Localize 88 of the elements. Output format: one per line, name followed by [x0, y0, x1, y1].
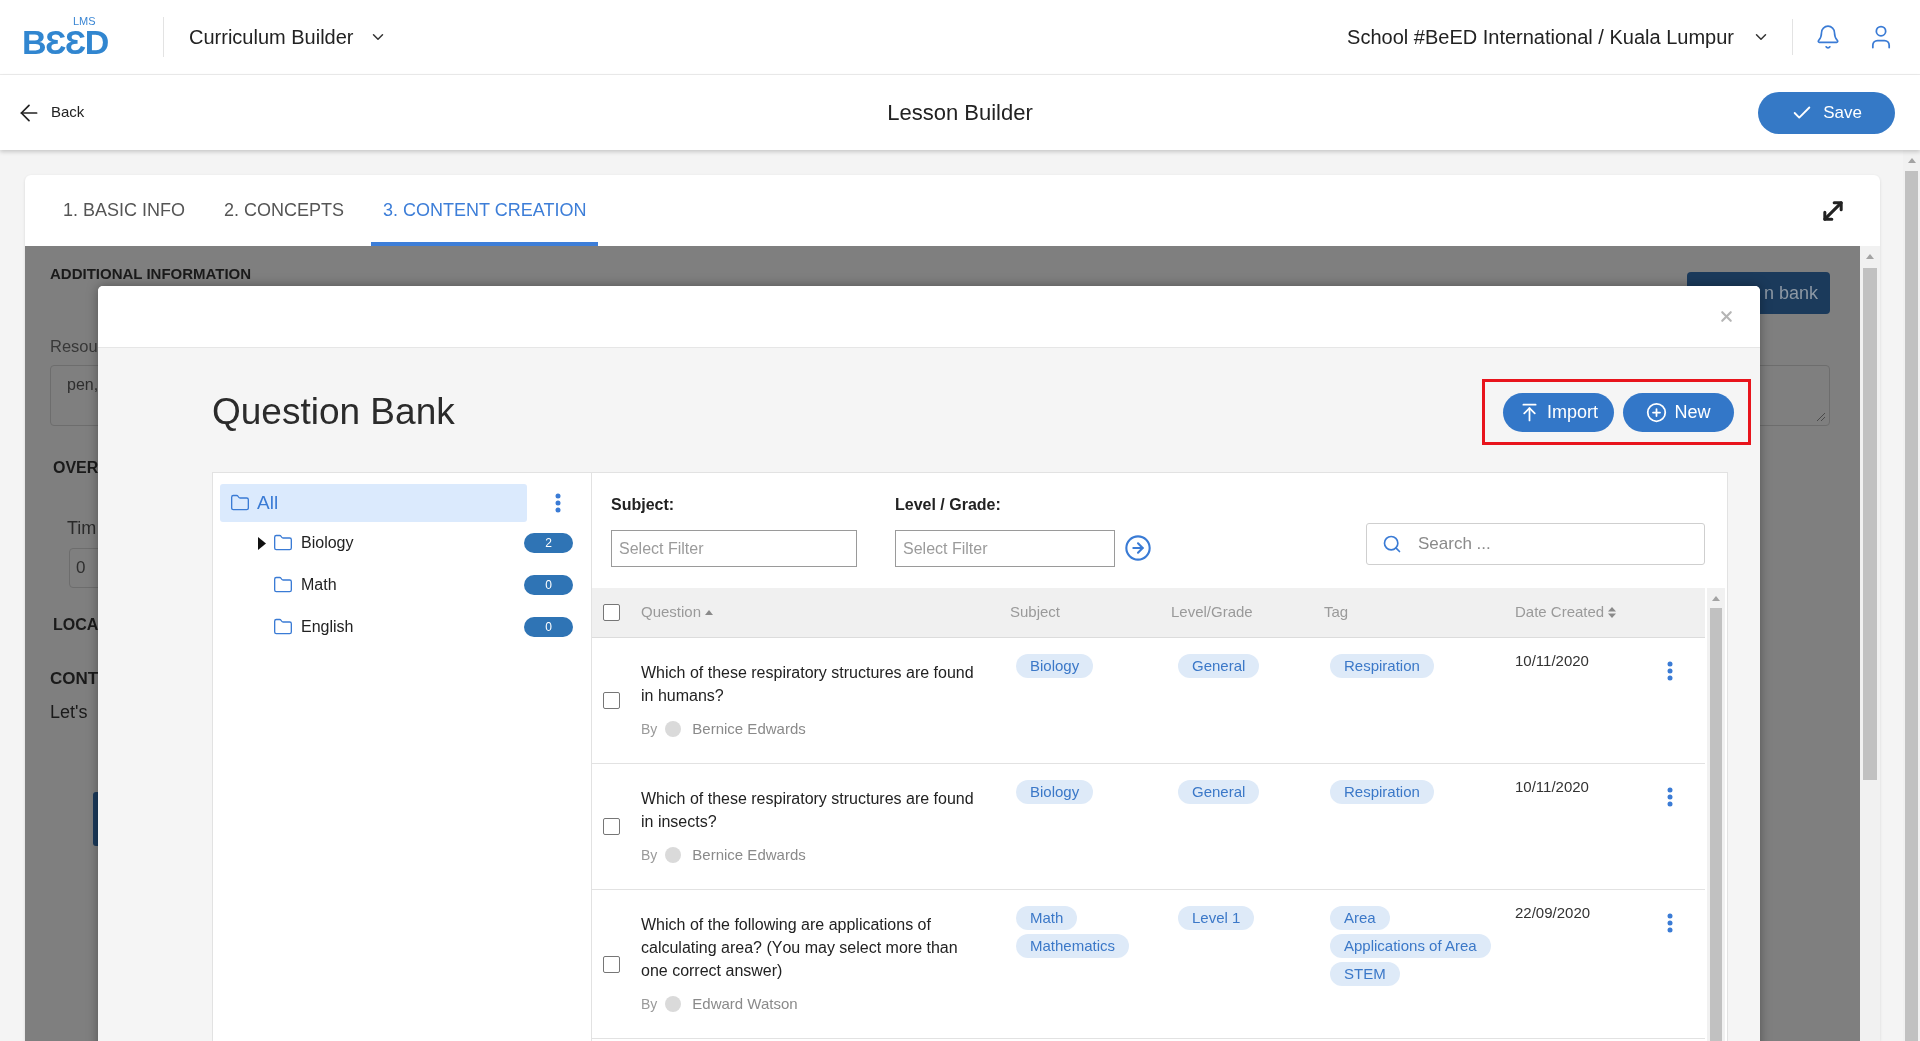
count-badge: 0 [524, 575, 573, 595]
level-tag: General [1178, 780, 1260, 804]
scroll-up-icon[interactable] [1907, 157, 1916, 163]
modal-title: Question Bank [212, 390, 455, 434]
section-title: CONT [50, 670, 99, 688]
page-title: Lesson Builder [887, 99, 1033, 127]
date-text: 22/09/2020 [1515, 904, 1591, 921]
folder-item[interactable]: Math [273, 573, 343, 597]
scrollbar-thumb[interactable] [1905, 171, 1918, 1041]
column-header: Subject [1010, 602, 1061, 623]
search-field[interactable]: Search ... [1366, 523, 1705, 565]
more-options-icon[interactable] [1667, 913, 1673, 933]
folder-icon [273, 533, 293, 553]
avatar-icon [665, 721, 682, 737]
body-text: Let's [50, 703, 88, 721]
module-dropdown[interactable]: Curriculum Builder [189, 22, 387, 52]
topic-tag: STEM [1330, 962, 1400, 986]
sort-ascending-icon[interactable] [705, 610, 714, 615]
by-label: By [641, 994, 658, 1014]
filter-label: Level / Grade: [895, 496, 1002, 514]
question-text: Which of these respiratory structures are found in humans? [641, 663, 975, 706]
scroll-up-icon[interactable] [1712, 595, 1720, 601]
count-badge: 0 [524, 617, 573, 637]
column-header: Tag [1324, 602, 1349, 623]
topic-tag: Area [1330, 906, 1390, 930]
topic-tag: Respiration [1330, 780, 1434, 804]
logo-wordmark: BƐƐD [22, 27, 109, 58]
section-title: ADDITIONAL INFORMATION [50, 265, 252, 283]
topic-tag: Applications of Area [1330, 934, 1491, 958]
checkbox[interactable] [603, 692, 620, 709]
date-text: 10/11/2020 [1515, 652, 1589, 669]
subject-tag: Biology [1016, 654, 1094, 678]
search-icon [1382, 534, 1402, 554]
tab[interactable]: 1. BASIC INFO [51, 175, 198, 246]
author-name: Bernice Edwards [692, 718, 806, 739]
back-link[interactable]: Back [16, 99, 85, 126]
question-text: Which of these respiratory structures are found in insects? [641, 789, 975, 832]
scrollbar-thumb[interactable] [1710, 608, 1722, 1041]
expand-caret-icon[interactable] [258, 536, 266, 550]
checkbox[interactable] [603, 818, 620, 835]
date-text: 10/11/2020 [1515, 778, 1589, 795]
subject-tag: Math [1016, 906, 1078, 930]
school-dropdown[interactable]: School #BeED International / Kuala Lumpur [1347, 22, 1770, 52]
avatar-icon [665, 847, 682, 863]
section-title: OVER [53, 459, 99, 477]
field-label: Tim [67, 519, 97, 537]
checkbox[interactable] [603, 955, 620, 973]
section-title: LOCA [53, 616, 99, 634]
scrollbar-thumb[interactable] [1863, 268, 1877, 780]
question-text: Which of the following are applications of calculating area? (You may select more than one correct answer) [641, 915, 959, 981]
level-tag: Level 1 [1178, 906, 1255, 930]
more-options-icon[interactable] [1667, 787, 1673, 807]
folder-item[interactable]: Biology [273, 531, 360, 555]
bell-icon[interactable] [1815, 24, 1841, 50]
new-button[interactable]: New [1623, 392, 1734, 432]
import-button[interactable]: Import [1503, 392, 1614, 432]
folder-icon [273, 617, 293, 637]
scrollbar[interactable] [1860, 246, 1880, 1041]
filter-label: Subject: [611, 496, 676, 514]
author-name: Bernice Edwards [692, 844, 806, 865]
folder-item[interactable]: All [220, 484, 527, 522]
topic-tag: Respiration [1330, 654, 1434, 678]
count-badge: 2 [524, 533, 573, 553]
column-header: Level/Grade [1171, 602, 1253, 623]
checkbox[interactable] [603, 604, 620, 621]
avatar-icon [665, 996, 682, 1012]
scrollbar[interactable] [1707, 588, 1725, 1041]
folder-item[interactable]: English [273, 615, 360, 639]
save-button[interactable]: Save [1758, 91, 1895, 134]
tab[interactable]: 2. CONCEPTS [212, 175, 357, 246]
more-options-icon[interactable] [1667, 661, 1673, 681]
filter-field[interactable]: Select Filter [895, 530, 1115, 567]
folder-icon [230, 493, 250, 513]
folder-icon [273, 575, 293, 595]
author-name: Edward Watson [692, 993, 798, 1014]
field-label: Resou [50, 337, 98, 355]
scroll-up-icon[interactable] [1866, 253, 1874, 259]
level-tag: General [1178, 654, 1260, 678]
plus-circle-icon [1646, 401, 1668, 423]
logo-tag: LMS [73, 16, 114, 27]
filter-field[interactable]: Select Filter [611, 530, 857, 567]
more-options-icon[interactable] [555, 493, 561, 513]
subject-tag: Mathematics [1016, 934, 1130, 958]
by-label: By [641, 719, 658, 739]
subject-tag: Biology [1016, 780, 1094, 804]
resize-handle-icon[interactable] [1816, 412, 1826, 422]
by-label: By [641, 845, 658, 865]
sort-icon[interactable] [1608, 607, 1617, 618]
